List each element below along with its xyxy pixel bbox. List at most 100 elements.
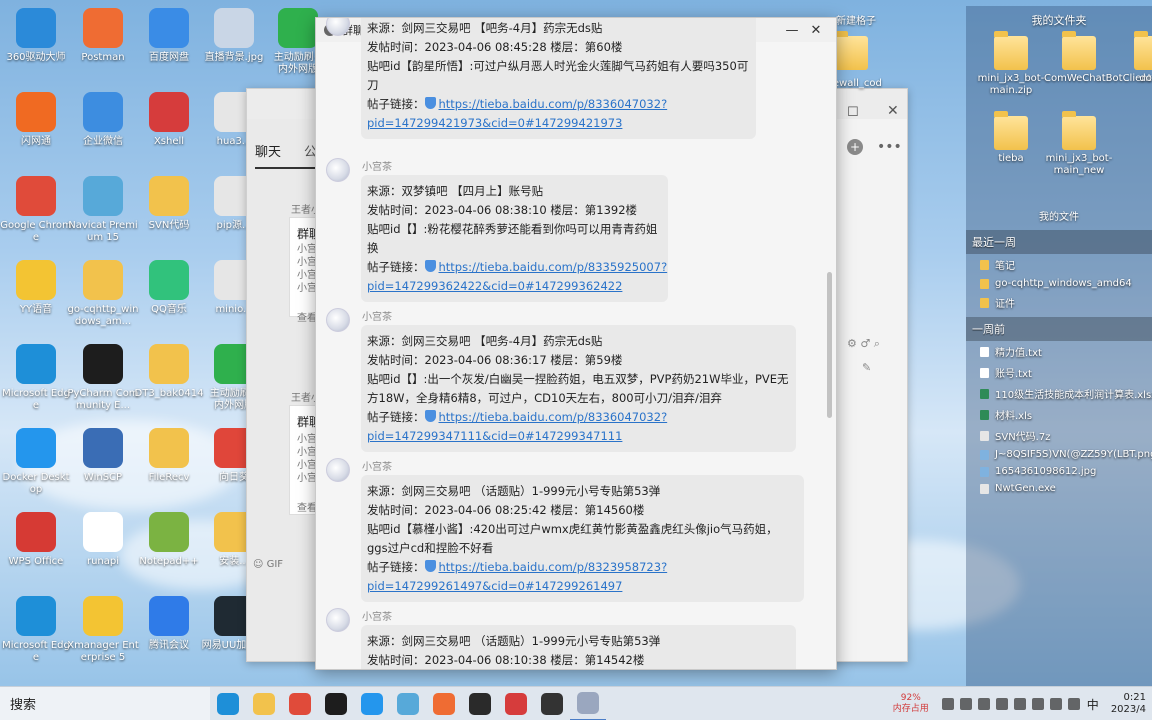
app-icon: [16, 260, 56, 300]
taskbar-app-pycharm[interactable]: [318, 687, 354, 720]
file-row[interactable]: 证件: [966, 292, 1152, 313]
taskbar-app-qq[interactable]: [570, 687, 606, 720]
file-row[interactable]: 精力值.txt: [966, 341, 1152, 362]
desktop-icon[interactable]: WPS Office: [0, 512, 72, 568]
desktop-icon[interactable]: Postman: [67, 8, 139, 64]
file-row[interactable]: NwtGen.exe: [966, 480, 1152, 497]
minimize-button[interactable]: —: [780, 23, 804, 38]
clock[interactable]: 0:21 2023/4: [1111, 692, 1146, 716]
desktop-icon[interactable]: Xshell: [133, 92, 205, 148]
bg-view-more[interactable]: 查看: [297, 309, 317, 324]
speaker-icon[interactable]: [1067, 698, 1080, 710]
memory-usage[interactable]: 92% 内存占用: [893, 693, 929, 715]
message-bubble[interactable]: 来源：双梦镇吧 【四月上】账号贴 发帖时间：2023-04-06 08:38:10…: [361, 175, 668, 302]
desktop-icon[interactable]: Notepad++: [133, 512, 205, 568]
avatar[interactable]: [326, 458, 350, 482]
folder-icon[interactable]: [831, 31, 871, 73]
message-bubble[interactable]: 来源：剑网三交易吧 （话题贴）1-999元小号专贴第53弹 发帖时间：2023-0…: [361, 475, 804, 602]
message-bubble[interactable]: 来源：剑网三交易吧 （话题贴）1-999元小号专贴第53弹 发帖时间：2023-0…: [361, 625, 796, 669]
desktop-icon[interactable]: Microsoft Edge: [0, 596, 72, 664]
file-row[interactable]: 账号.txt: [966, 362, 1152, 383]
desktop-icon[interactable]: 闪网通: [0, 92, 72, 148]
bg-close-button[interactable]: ✕: [887, 103, 899, 119]
folder-item[interactable]: mini_jx3_bot-main.zip: [976, 31, 1046, 97]
file-row[interactable]: go-cqhttp_windows_amd64: [966, 275, 1152, 292]
desktop-icon[interactable]: 百度网盘: [133, 8, 205, 64]
taskbar-app-chrome[interactable]: [282, 687, 318, 720]
taskbar-app-xshell[interactable]: [498, 687, 534, 720]
desktop-icon[interactable]: SVN代码: [133, 176, 205, 232]
taskbar-app-explorer[interactable]: [246, 687, 282, 720]
bg-maximize-button[interactable]: ☐: [847, 105, 859, 120]
file-row[interactable]: 笔记: [966, 254, 1152, 275]
post-link[interactable]: pid=147299421973&cid=0#147299421973: [367, 116, 622, 130]
avatar[interactable]: [326, 158, 350, 182]
taskbar-app-obs[interactable]: [534, 687, 570, 720]
wifi-icon[interactable]: [1049, 698, 1062, 710]
bg-view-more[interactable]: 查看: [297, 499, 317, 514]
desktop-icon[interactable]: 360驱动大师: [0, 8, 72, 64]
desktop-icon[interactable]: Docker Desktop: [0, 428, 72, 496]
folder-item[interactable]: tieba: [976, 111, 1046, 165]
post-link[interactable]: pid=147299362422&cid=0#147299362422: [367, 279, 622, 293]
chat-history-body[interactable]: 来源：剑网三交易吧 【吧务-4月】药宗无ds贴 发帖时间：2023-04-06 0…: [316, 18, 836, 669]
taskbar-app-navicat[interactable]: [390, 687, 426, 720]
message-bubble[interactable]: 来源：剑网三交易吧 【吧务-4月】药宗无ds贴 发帖时间：2023-04-06 0…: [361, 325, 796, 452]
post-link[interactable]: pid=147299261497&cid=0#147299261497: [367, 579, 622, 593]
cloud-icon[interactable]: [1013, 698, 1026, 710]
post-link[interactable]: https://tieba.baidu.com/p/8336047032?: [439, 410, 668, 424]
desktop-icon[interactable]: 腾讯会议: [133, 596, 205, 652]
file-row[interactable]: J~8QSIF5S)VN(@ZZ59Y(LBT.png: [966, 446, 1152, 463]
monitor-icon[interactable]: [977, 698, 990, 710]
desktop-icon[interactable]: Microsoft Edge: [0, 344, 72, 412]
chevron-up-icon[interactable]: [941, 698, 954, 710]
file-row[interactable]: 110级生活技能成本利润计算表.xlsx: [966, 383, 1152, 404]
taskbar-app-docker[interactable]: [354, 687, 390, 720]
app-icon: [16, 428, 56, 468]
desktop-icon[interactable]: WinSCP: [67, 428, 139, 484]
more-icon[interactable]: •••: [877, 139, 902, 155]
scrollbar-thumb[interactable]: [827, 272, 832, 418]
taskbar-app-edge[interactable]: [210, 687, 246, 720]
settings-icon[interactable]: ⚙ ♂ ⌕: [847, 337, 880, 351]
message-bubble[interactable]: 来源：剑网三交易吧 【吧务-4月】药宗无ds贴 发帖时间：2023-04-06 0…: [361, 18, 756, 139]
taskbar-app-terminal[interactable]: [462, 687, 498, 720]
shield-icon: [424, 410, 436, 422]
chat-history-window[interactable]: 群聊的聊天记录 — ✕ 来源：剑网三交易吧 【吧务-4月】药宗无ds贴发帖时间：…: [315, 17, 837, 670]
desktop-icon[interactable]: 直播背景.jpg: [198, 8, 270, 64]
file-row[interactable]: 材料.xls: [966, 404, 1152, 425]
desktop-icon[interactable]: go-cqhttp_windows_am...: [67, 260, 139, 328]
bluetooth-icon[interactable]: [1031, 698, 1044, 710]
folder-item[interactable]: ComWeChatBotClient-...: [1044, 31, 1152, 85]
desktop-icon[interactable]: Xmanager Enterprise 5: [67, 596, 139, 664]
desktop-icon[interactable]: QQ音乐: [133, 260, 205, 316]
folder-item[interactable]: docs: [1116, 31, 1152, 85]
desktop-icon[interactable]: runapi: [67, 512, 139, 568]
post-link[interactable]: https://tieba.baidu.com/p/8335925007?: [439, 260, 668, 274]
microphone-icon[interactable]: [959, 698, 972, 710]
edit-icon[interactable]: ✎: [862, 361, 871, 374]
desktop-icon[interactable]: PyCharm Community E...: [67, 344, 139, 412]
add-icon[interactable]: +: [847, 139, 863, 155]
post-link[interactable]: https://tieba.baidu.com/p/8336047032?: [439, 97, 668, 111]
avatar[interactable]: [326, 608, 350, 632]
close-button[interactable]: ✕: [804, 23, 828, 38]
desktop-icon[interactable]: YY语音: [0, 260, 72, 316]
file-row[interactable]: 1654361098612.jpg: [966, 463, 1152, 480]
avatar[interactable]: [326, 308, 350, 332]
desktop-icon[interactable]: FileRecv: [133, 428, 205, 484]
bg-input-toolbar[interactable]: ☺ GIF: [253, 559, 313, 579]
desktop-icon[interactable]: Google Chrome: [0, 176, 72, 244]
taskbar-search[interactable]: 搜索: [0, 686, 210, 720]
desktop-icon[interactable]: Navicat Premium 15: [67, 176, 139, 244]
file-row[interactable]: SVN代码.7z: [966, 425, 1152, 446]
tab-chat[interactable]: 聊天: [255, 141, 281, 160]
post-link[interactable]: pid=147299347111&cid=0#147299347111: [367, 429, 622, 443]
desktop-icon[interactable]: DT3_bak0414: [133, 344, 205, 400]
folder-item[interactable]: mini_jx3_bot-main_new: [1044, 111, 1114, 177]
desktop-icon[interactable]: 企业微信: [67, 92, 139, 148]
post-link[interactable]: https://tieba.baidu.com/p/8323958723?: [439, 560, 668, 574]
ime-indicator[interactable]: 中: [1087, 696, 1099, 713]
paw-icon[interactable]: [995, 698, 1008, 710]
taskbar-app-postman[interactable]: [426, 687, 462, 720]
